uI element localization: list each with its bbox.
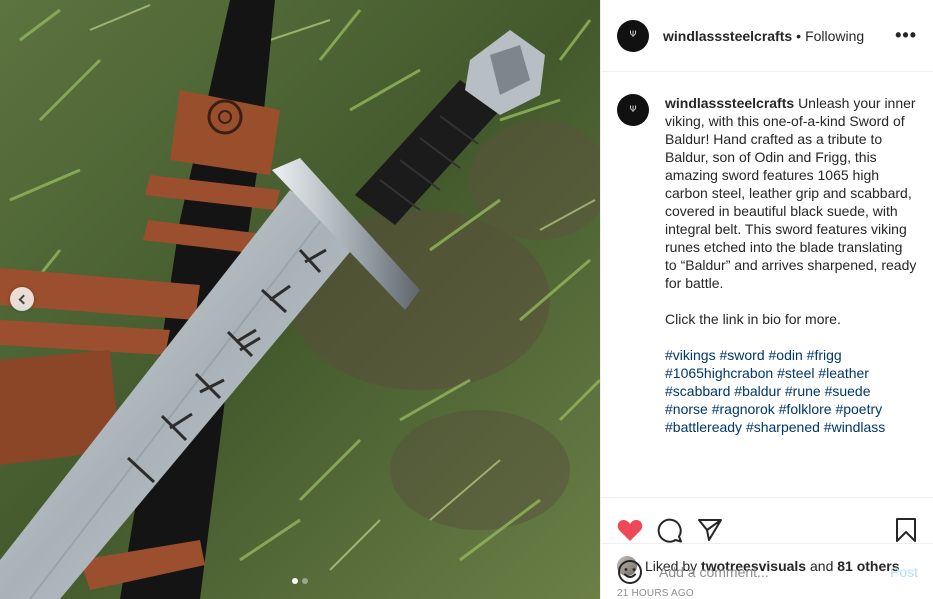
post-header: Ψ windlasssteelcrafts • Following •••: [601, 0, 933, 72]
hashtag[interactable]: #odin: [769, 347, 803, 363]
hashtag[interactable]: #baldur: [734, 383, 781, 399]
post-side-panel: Ψ windlasssteelcrafts • Following ••• Ψ …: [600, 0, 933, 599]
hashtag[interactable]: #1065highcrabon: [665, 365, 773, 381]
hashtag[interactable]: #windlass: [824, 419, 885, 435]
hashtag[interactable]: #ragnorok: [712, 401, 775, 417]
emoji-smile-icon[interactable]: [617, 559, 643, 585]
post-comment-button[interactable]: Post: [890, 564, 918, 580]
hashtag[interactable]: #sword: [719, 347, 764, 363]
sword-photo-illustration: [0, 0, 600, 599]
carousel-dot-2: [302, 578, 308, 584]
hashtag[interactable]: #frigg: [807, 347, 842, 363]
brand-logo-icon: Ψ: [629, 104, 637, 115]
hashtag-list: #vikings #sword #odin #frigg #1065highcr…: [665, 346, 917, 436]
post-caption: windlasssteelcrafts Unleash your inner v…: [665, 94, 917, 497]
hashtag[interactable]: #battleready: [665, 419, 742, 435]
caption-username[interactable]: windlasssteelcrafts: [665, 95, 794, 111]
comment-composer: Post: [601, 543, 933, 599]
following-button[interactable]: Following: [805, 28, 864, 44]
previous-slide-button[interactable]: [10, 287, 34, 311]
author-avatar[interactable]: Ψ: [617, 19, 649, 52]
post-photo[interactable]: [0, 0, 600, 599]
more-options-icon[interactable]: •••: [895, 25, 917, 46]
bookmark-icon: [896, 518, 916, 542]
hashtag[interactable]: #vikings: [665, 347, 716, 363]
hashtag[interactable]: #norse: [665, 401, 708, 417]
hashtag[interactable]: #leather: [818, 365, 869, 381]
brand-logo-icon: Ψ: [629, 30, 637, 40]
chevron-left-icon: [18, 294, 29, 304]
hashtag[interactable]: #poetry: [835, 401, 882, 417]
caption-author-avatar[interactable]: Ψ: [617, 94, 649, 126]
comment-input[interactable]: [659, 563, 890, 580]
author-username[interactable]: windlasssteelcrafts: [663, 28, 792, 44]
carousel-indicator: [0, 578, 600, 584]
hashtag[interactable]: #steel: [777, 365, 814, 381]
hashtag[interactable]: #rune: [785, 383, 821, 399]
caption-cta: Click the link in bio for more.: [665, 311, 841, 327]
caption-text: Unleash your inner viking, with this one…: [665, 95, 917, 291]
hashtag[interactable]: #scabbard: [665, 383, 730, 399]
hashtag[interactable]: #suede: [825, 383, 871, 399]
hashtag[interactable]: #folklore: [779, 401, 832, 417]
paper-plane-icon: [698, 519, 722, 541]
instagram-post-modal: Ψ windlasssteelcrafts • Following ••• Ψ …: [0, 0, 933, 599]
carousel-dot-1: [292, 578, 298, 584]
header-separator: •: [796, 27, 802, 44]
hashtag[interactable]: #sharpened: [746, 419, 820, 435]
comment-bubble-icon: [657, 518, 682, 543]
caption-area: Ψ windlasssteelcrafts Unleash your inner…: [601, 72, 933, 497]
heart-filled-icon: [617, 519, 643, 541]
